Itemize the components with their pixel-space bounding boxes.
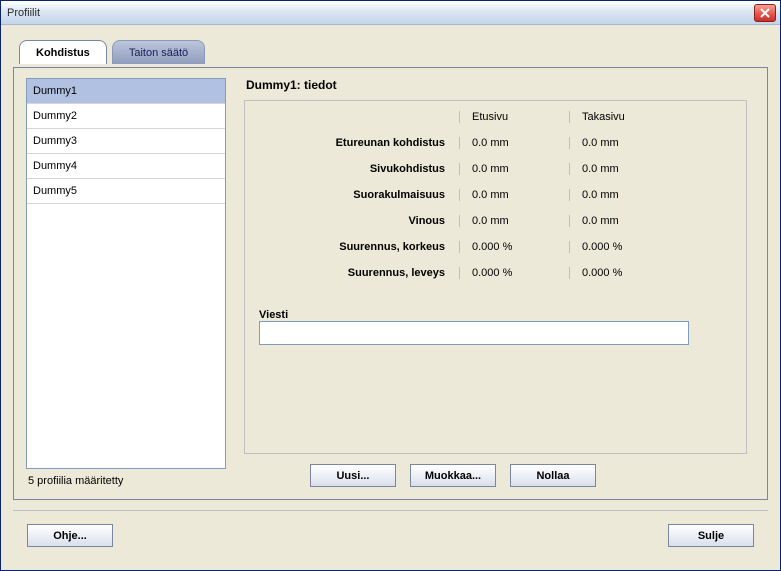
row-value-back: 0.0 mm	[569, 189, 679, 201]
row-label: Suurennus, leveys	[259, 267, 459, 279]
right-column: Dummy1: tiedot Etusivu Takasivu Etureuna…	[244, 78, 747, 487]
list-item[interactable]: Dummy4	[27, 154, 225, 179]
profile-list[interactable]: Dummy1 Dummy2 Dummy3 Dummy4 Dummy5	[26, 78, 226, 469]
tab-taiton-saato[interactable]: Taiton säätö	[112, 40, 205, 64]
tab-kohdistus[interactable]: Kohdistus	[19, 40, 107, 64]
row-label: Suorakulmaisuus	[259, 189, 459, 201]
row-label: Sivukohdistus	[259, 163, 459, 175]
detail-grid: Etusivu Takasivu Etureunan kohdistus 0.0…	[259, 111, 732, 279]
row-label: Suurennus, korkeus	[259, 241, 459, 253]
row-value-front: 0.0 mm	[459, 189, 569, 201]
row-value-back: 0.0 mm	[569, 215, 679, 227]
action-row: Uusi... Muokkaa... Nollaa	[244, 464, 747, 487]
row-value-front: 0.000 %	[459, 267, 569, 279]
list-item[interactable]: Dummy3	[27, 129, 225, 154]
list-item[interactable]: Dummy1	[27, 79, 225, 104]
bottom-bar: Ohje... Sulje	[13, 510, 768, 560]
left-column: Dummy1 Dummy2 Dummy3 Dummy4 Dummy5 5 pro…	[26, 78, 226, 487]
row-value-front: 0.000 %	[459, 241, 569, 253]
row-value-back: 0.000 %	[569, 267, 679, 279]
message-label: Viesti	[259, 309, 732, 321]
col-header-back: Takasivu	[569, 111, 679, 123]
row-value-front: 0.0 mm	[459, 215, 569, 227]
profile-count-label: 5 profiilia määritetty	[26, 469, 226, 487]
row-value-front: 0.0 mm	[459, 163, 569, 175]
message-input[interactable]	[259, 321, 689, 345]
new-button[interactable]: Uusi...	[310, 464, 396, 487]
col-header-front: Etusivu	[459, 111, 569, 123]
detail-title: Dummy1: tiedot	[246, 78, 747, 92]
window: Profiilit Kohdistus Taiton säätö Dummy1 …	[0, 0, 781, 571]
edit-button[interactable]: Muokkaa...	[410, 464, 496, 487]
tab-row: Kohdistus Taiton säätö	[19, 39, 768, 67]
row-label: Vinous	[259, 215, 459, 227]
close-button[interactable]: Sulje	[668, 524, 754, 547]
row-label: Etureunan kohdistus	[259, 137, 459, 149]
row-value-back: 0.000 %	[569, 241, 679, 253]
row-value-back: 0.0 mm	[569, 137, 679, 149]
detail-group: Etusivu Takasivu Etureunan kohdistus 0.0…	[244, 100, 747, 454]
help-button[interactable]: Ohje...	[27, 524, 113, 547]
row-value-front: 0.0 mm	[459, 137, 569, 149]
reset-button[interactable]: Nollaa	[510, 464, 596, 487]
list-item[interactable]: Dummy5	[27, 179, 225, 204]
close-icon[interactable]	[754, 4, 776, 22]
row-value-back: 0.0 mm	[569, 163, 679, 175]
tab-panel: Dummy1 Dummy2 Dummy3 Dummy4 Dummy5 5 pro…	[13, 67, 768, 500]
window-title: Profiilit	[7, 7, 754, 19]
list-item[interactable]: Dummy2	[27, 104, 225, 129]
client-area: Kohdistus Taiton säätö Dummy1 Dummy2 Dum…	[1, 25, 780, 570]
titlebar: Profiilit	[1, 1, 780, 25]
